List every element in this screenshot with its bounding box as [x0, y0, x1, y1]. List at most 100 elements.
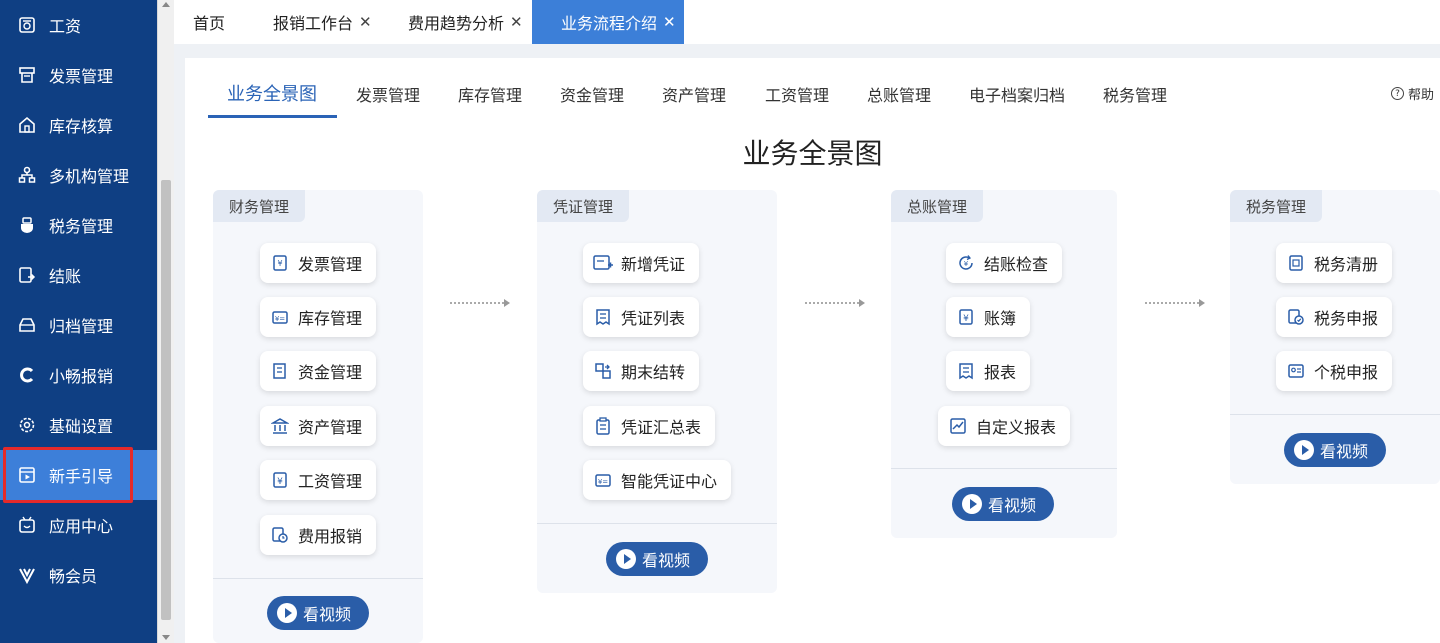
- subnav-e-archive[interactable]: 电子档案归档: [969, 82, 1065, 106]
- svg-text:¥=: ¥=: [275, 315, 285, 323]
- scroll-thumb[interactable]: [161, 180, 171, 620]
- sidebar-item-inventory[interactable]: 库存核算: [0, 100, 157, 150]
- svg-text:¥: ¥: [964, 260, 969, 268]
- column-divider: [1230, 414, 1440, 415]
- item-books[interactable]: ¥ 账簿: [946, 297, 1031, 337]
- subnav-funds[interactable]: 资金管理: [560, 82, 624, 106]
- watch-video-button[interactable]: 看视频: [952, 487, 1054, 521]
- item-voucher-list[interactable]: 凭证列表: [583, 297, 700, 337]
- item-custom-reports[interactable]: 自定义报表: [938, 406, 1071, 446]
- svg-text:¥: ¥: [277, 259, 282, 268]
- svg-text:¥: ¥: [277, 477, 283, 487]
- smart-voucher-icon: ¥=: [593, 470, 613, 490]
- video-label: 看视频: [988, 496, 1037, 515]
- sidebar-item-invoice[interactable]: 发票管理: [0, 50, 157, 100]
- item-label: 费用报销: [298, 527, 363, 546]
- item-label: 账簿: [984, 309, 1017, 328]
- item-label: 凭证列表: [621, 309, 686, 328]
- play-icon: [1294, 440, 1314, 460]
- sidebar-item-label: 小畅报销: [49, 367, 114, 386]
- subnav-salary[interactable]: 工资管理: [765, 82, 829, 106]
- item-new-voucher[interactable]: 新增凭证: [583, 243, 700, 283]
- inventory-doc-icon: ¥=: [270, 307, 290, 327]
- flow-arrow-icon: [1145, 299, 1205, 307]
- help-link[interactable]: ? 帮助: [1390, 84, 1434, 103]
- sidebar-item-guide[interactable]: 新手引导: [0, 447, 157, 503]
- video-label: 看视频: [1320, 442, 1369, 461]
- sidebar-item-label: 发票管理: [49, 67, 114, 86]
- close-icon[interactable]: ✕: [359, 13, 372, 31]
- subnav-invoice[interactable]: 发票管理: [356, 82, 420, 106]
- column-title: 税务管理: [1230, 190, 1323, 222]
- item-period-end-transfer[interactable]: 期末结转: [583, 351, 700, 391]
- subnav-active-underline: [208, 115, 337, 118]
- flow-arrow-icon: [450, 299, 510, 307]
- sidebar-item-multi-org[interactable]: 多机构管理: [0, 150, 157, 200]
- item-invoice[interactable]: ¥ 发票管理: [260, 243, 377, 283]
- voucher-list-icon: [593, 307, 613, 327]
- expense-clock-icon: [270, 525, 290, 545]
- tab-cost-trend[interactable]: 费用趋势分析 ✕: [408, 0, 523, 44]
- item-label: 报表: [984, 363, 1017, 382]
- subnav-overview[interactable]: 业务全景图: [227, 80, 317, 106]
- item-label: 新增凭证: [621, 255, 686, 274]
- sidebar-item-archive[interactable]: 归档管理: [0, 300, 157, 350]
- subnav-tax[interactable]: 税务管理: [1103, 82, 1167, 106]
- tab-business-flow[interactable]: 业务流程介绍 ✕: [532, 0, 684, 44]
- sidebar-item-label: 库存核算: [49, 117, 114, 136]
- sidebar-item-label: 多机构管理: [49, 167, 130, 186]
- bank-building-icon: [270, 416, 290, 436]
- archive-icon: [17, 315, 37, 335]
- sidebar-item-checkout[interactable]: 结账: [0, 250, 157, 300]
- subnav-assets[interactable]: 资产管理: [662, 82, 726, 106]
- item-label: 结账检查: [984, 255, 1049, 274]
- scroll-down-arrow-icon[interactable]: [162, 635, 170, 640]
- sidebar-item-tax[interactable]: 税务管理: [0, 200, 157, 250]
- salary-icon: [17, 15, 37, 35]
- trend-chart-icon: [948, 416, 968, 436]
- item-personal-tax-filing[interactable]: 个税申报: [1276, 351, 1393, 391]
- column-finance: 财务管理 ¥ 发票管理 ¥= 库存管理 资金管理 资产管理 ¥ 工资管理 费用报…: [213, 190, 423, 643]
- scroll-up-arrow-icon[interactable]: [162, 2, 170, 7]
- item-funds[interactable]: 资金管理: [260, 351, 377, 391]
- item-closing-check[interactable]: ¥ 结账检查: [946, 243, 1063, 283]
- sidebar-scrollbar[interactable]: [157, 0, 174, 643]
- subnav-inventory[interactable]: 库存管理: [458, 82, 522, 106]
- transfer-icon: [593, 361, 613, 381]
- sidebar-item-salary[interactable]: 工资: [0, 0, 157, 50]
- sidebar-item-vip[interactable]: 畅会员: [0, 550, 157, 600]
- watch-video-button[interactable]: 看视频: [1284, 433, 1386, 467]
- watch-video-button[interactable]: 看视频: [606, 542, 708, 576]
- play-icon: [277, 603, 297, 623]
- item-tax-filing[interactable]: 税务申报: [1276, 297, 1393, 337]
- sidebar-item-label: 结账: [49, 267, 82, 286]
- item-inventory[interactable]: ¥= 库存管理: [260, 297, 377, 337]
- item-assets[interactable]: 资产管理: [260, 406, 377, 446]
- org-tree-icon: [17, 165, 37, 185]
- tab-label: 业务流程介绍: [561, 14, 658, 33]
- watch-video-button[interactable]: 看视频: [267, 596, 369, 630]
- tab-expense-workbench[interactable]: 报销工作台 ✕: [273, 0, 372, 44]
- subnav-ledger[interactable]: 总账管理: [867, 82, 931, 106]
- help-question-icon: ?: [1390, 87, 1404, 100]
- item-label: 资产管理: [298, 418, 363, 437]
- sidebar-item-expense[interactable]: 小畅报销: [0, 350, 157, 400]
- sidebar: 工资 发票管理 库存核算 多机构管理 税务管理 结账 归档管理 小畅报销 基础设…: [0, 0, 157, 643]
- item-salary[interactable]: ¥ 工资管理: [260, 460, 377, 500]
- item-tax-register[interactable]: 税务清册: [1276, 243, 1393, 283]
- item-reports[interactable]: 报表: [946, 351, 1031, 391]
- close-icon[interactable]: ✕: [663, 13, 676, 31]
- sidebar-item-app-center[interactable]: 应用中心: [0, 500, 157, 550]
- item-smart-voucher-center[interactable]: ¥= 智能凭证中心: [583, 460, 732, 500]
- column-title: 财务管理: [213, 190, 306, 222]
- item-expense[interactable]: 费用报销: [260, 515, 377, 555]
- item-voucher-summary[interactable]: 凭证汇总表: [583, 406, 716, 446]
- account-book-icon: ¥: [956, 307, 976, 327]
- sidebar-item-settings[interactable]: 基础设置: [0, 400, 157, 450]
- tab-bar: 首页 报销工作台 ✕ 费用趋势分析 ✕ 业务流程介绍 ✕: [174, 0, 1440, 44]
- close-icon[interactable]: ✕: [510, 13, 523, 31]
- column-divider: [537, 523, 777, 524]
- item-label: 税务清册: [1314, 255, 1379, 274]
- tab-home[interactable]: 首页: [193, 0, 225, 44]
- column-ledger: 总账管理 ¥ 结账检查 ¥ 账簿 报表 自定义报表 看视频: [891, 190, 1117, 538]
